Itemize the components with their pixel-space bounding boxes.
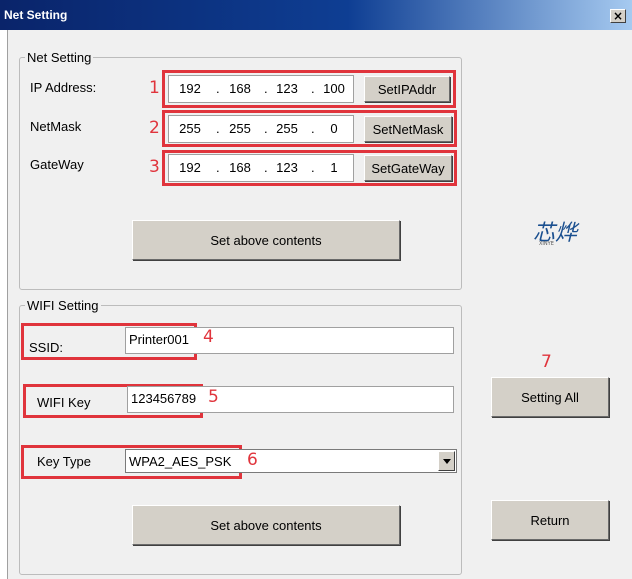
ip-octet[interactable]: 192 [173, 81, 207, 96]
annotation-number: 2 [149, 118, 160, 138]
brand-logo-subtext: XINYE [539, 241, 554, 247]
ssid-label: SSID: [29, 340, 63, 355]
key-type-label: Key Type [37, 454, 91, 469]
wifi-key-input[interactable]: 123456789 [127, 386, 454, 413]
annotation-number: 3 [149, 157, 160, 177]
wifi-setting-legend: WIFI Setting [27, 298, 99, 313]
ip-address-label: IP Address: [30, 80, 97, 95]
ip-octet[interactable]: 100 [317, 81, 351, 96]
ip-dot: . [311, 81, 315, 96]
ip-dot: . [311, 121, 315, 136]
wifi-key-label: WIFI Key [37, 395, 91, 410]
annotation-number: 4 [203, 327, 214, 347]
window-title: Net Setting [4, 8, 68, 22]
chevron-down-icon[interactable] [438, 451, 455, 471]
ip-octet[interactable]: 0 [317, 121, 351, 136]
net-setting-legend: Net Setting [27, 50, 92, 65]
key-type-value: WPA2_AES_PSK [129, 454, 232, 469]
ip-octet[interactable]: 168 [223, 160, 257, 175]
setting-all-button[interactable]: Setting All [491, 377, 609, 417]
ip-octet[interactable]: 1 [317, 160, 351, 175]
set-gateway-button[interactable]: SetGateWay [364, 155, 452, 181]
ip-dot: . [216, 121, 220, 136]
ip-dot: . [311, 160, 315, 175]
ip-octet[interactable]: 255 [223, 121, 257, 136]
annotation-number: 7 [541, 352, 552, 372]
ssid-input[interactable]: Printer001 [125, 327, 454, 354]
annotation-number: 5 [208, 387, 219, 407]
set-netmask-button[interactable]: SetNetMask [364, 116, 452, 142]
brand-logo: 芯烨 XINYE [533, 215, 577, 247]
annotation-number: 6 [247, 450, 258, 470]
ip-octet[interactable]: 168 [223, 81, 257, 96]
ip-dot: . [264, 81, 268, 96]
ip-octet[interactable]: 255 [270, 121, 304, 136]
ip-dot: . [264, 160, 268, 175]
ip-dot: . [264, 121, 268, 136]
ip-octet[interactable]: 123 [270, 81, 304, 96]
net-set-above-contents-button[interactable]: Set above contents [132, 220, 400, 260]
annotation-number: 1 [149, 78, 160, 98]
return-button[interactable]: Return [491, 500, 609, 540]
dialog-body: Net Setting IP Address: 1 192 . 168 . 12… [7, 30, 632, 579]
wifi-set-above-contents-button[interactable]: Set above contents [132, 505, 400, 545]
key-type-select[interactable]: WPA2_AES_PSK [125, 449, 457, 473]
netmask-input[interactable]: 255 . 255 . 255 . 0 [168, 115, 354, 143]
gateway-input[interactable]: 192 . 168 . 123 . 1 [168, 154, 354, 182]
ip-octet[interactable]: 192 [173, 160, 207, 175]
netmask-label: NetMask [30, 119, 82, 134]
gateway-label: GateWay [30, 157, 84, 172]
close-icon: × [612, 9, 624, 23]
ip-octet[interactable]: 255 [173, 121, 207, 136]
ip-dot: . [216, 81, 220, 96]
title-bar: Net Setting × [0, 0, 632, 30]
close-button[interactable]: × [610, 9, 626, 23]
ip-octet[interactable]: 123 [270, 160, 304, 175]
wifi-key-value: 123456789 [131, 391, 197, 406]
ssid-value: Printer001 [129, 332, 189, 347]
ip-address-input[interactable]: 192 . 168 . 123 . 100 [168, 75, 354, 103]
set-ip-addr-button[interactable]: SetIPAddr [364, 76, 450, 102]
ip-dot: . [216, 160, 220, 175]
